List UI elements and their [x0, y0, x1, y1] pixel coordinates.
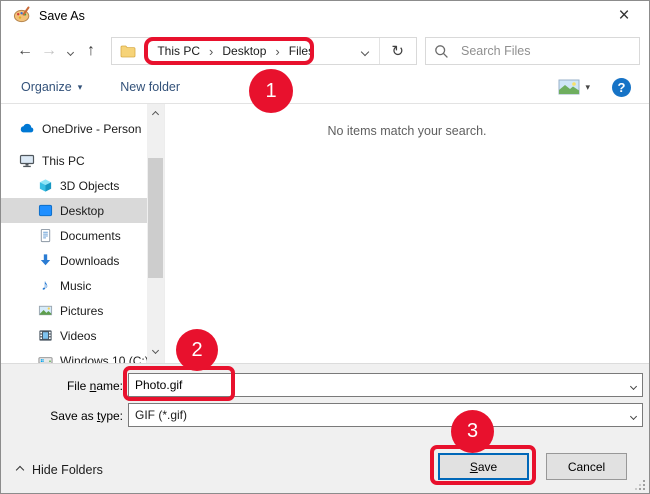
sidebar-item-pictures[interactable]: Pictures	[1, 298, 147, 323]
chevron-up-icon	[16, 466, 24, 474]
title-bar: Save As ×	[1, 1, 649, 31]
address-dropdown-icon[interactable]	[362, 44, 368, 58]
file-name-label: File name:	[1, 379, 123, 393]
views-button[interactable]: ▾	[558, 79, 590, 95]
divider	[379, 38, 380, 64]
sidebar-item-label: Documents	[60, 229, 121, 243]
sidebar-item-label: Videos	[60, 329, 96, 343]
help-icon[interactable]: ?	[612, 78, 631, 97]
file-list-area[interactable]: No items match your search.	[164, 104, 649, 363]
organize-button[interactable]: Organize ▾	[21, 80, 82, 94]
sidebar-item-label: Pictures	[60, 304, 103, 318]
navigation-pane: OneDrive - Person This PC	[1, 104, 147, 363]
navigation-bar: ← → ↑ › This PC › Desktop › Files ↻	[1, 31, 649, 71]
annotation-step-3: 3	[451, 410, 494, 453]
computer-icon	[19, 153, 35, 169]
sidebar-item-documents[interactable]: Documents	[1, 223, 147, 248]
scroll-down-icon[interactable]	[147, 342, 164, 359]
desktop-icon	[37, 203, 53, 219]
sidebar-item-videos[interactable]: Videos	[1, 323, 147, 348]
scroll-up-icon[interactable]	[147, 106, 164, 123]
resize-grip[interactable]	[635, 480, 646, 491]
video-icon	[37, 328, 53, 344]
annotation-step-2: 2	[176, 329, 218, 371]
breadcrumb-this-pc[interactable]: This PC	[157, 44, 200, 58]
sidebar-item-downloads[interactable]: Downloads	[1, 248, 147, 273]
sidebar-item-label: Downloads	[60, 254, 119, 268]
crumb-separator-icon: ›	[209, 44, 213, 59]
thumbnail-view-icon	[558, 79, 580, 95]
save-button[interactable]: Save	[438, 453, 529, 480]
document-icon	[37, 228, 53, 244]
up-icon[interactable]: ↑	[79, 42, 103, 60]
music-note-icon: ♪	[37, 278, 53, 294]
cube-icon	[37, 178, 53, 194]
cancel-button[interactable]: Cancel	[546, 453, 627, 480]
file-name-combobox[interactable]	[128, 373, 643, 397]
folder-icon	[120, 45, 136, 58]
save-as-type-label: Save as type:	[1, 409, 123, 423]
command-toolbar: Organize ▾ New folder ▾ ?	[1, 71, 649, 104]
onedrive-cloud-icon	[19, 121, 35, 137]
picture-icon	[37, 303, 53, 319]
address-bar[interactable]: › This PC › Desktop › Files ↻	[111, 37, 417, 65]
hide-folders-label: Hide Folders	[32, 463, 103, 477]
crumb-separator-icon: ›	[275, 44, 279, 59]
chevron-down-icon: ▾	[78, 82, 83, 93]
window-title: Save As	[39, 9, 85, 23]
sidebar-item-music[interactable]: ♪ Music	[1, 273, 147, 298]
sidebar-item-onedrive[interactable]: OneDrive - Person	[1, 116, 147, 141]
back-icon[interactable]: ←	[13, 42, 37, 60]
empty-message: No items match your search.	[165, 124, 649, 138]
crumb-separator-icon: ›	[144, 44, 148, 59]
paint-app-icon	[13, 6, 31, 27]
recent-locations-icon[interactable]	[61, 44, 79, 58]
sidebar-item-desktop[interactable]: Desktop	[1, 198, 147, 223]
breadcrumb: › This PC › Desktop › Files	[144, 44, 314, 59]
file-name-input[interactable]	[135, 378, 631, 392]
sidebar-item-label: Music	[60, 279, 91, 293]
dialog-body: OneDrive - Person This PC	[1, 104, 649, 363]
sidebar-item-label: Windows 10 (C:)	[60, 354, 147, 364]
sidebar-item-label: OneDrive - Person	[42, 122, 141, 136]
save-as-dialog: Save As × ← → ↑ › This PC › Desktop › Fi…	[0, 0, 650, 494]
sidebar-item-windows-drive[interactable]: Windows 10 (C:)	[1, 348, 147, 363]
save-as-type-value: GIF (*.gif)	[135, 408, 187, 422]
breadcrumb-desktop[interactable]: Desktop	[222, 44, 266, 58]
organize-label: Organize	[21, 80, 72, 94]
sidebar-item-label: Desktop	[60, 204, 104, 218]
forward-icon[interactable]: →	[37, 42, 61, 60]
download-arrow-icon	[37, 253, 53, 269]
hard-drive-icon	[37, 353, 53, 364]
scrollbar-thumb[interactable]	[148, 158, 163, 278]
refresh-icon[interactable]: ↻	[389, 42, 412, 60]
dialog-footer: File name: Save as type: GIF (*.gif) Hid…	[1, 363, 649, 493]
new-folder-button[interactable]: New folder	[120, 80, 180, 94]
annotation-step-1: 1	[249, 69, 293, 113]
search-icon	[434, 44, 449, 59]
sidebar-scrollbar[interactable]	[147, 104, 164, 363]
search-input[interactable]	[459, 43, 631, 59]
sidebar-item-label: 3D Objects	[60, 179, 119, 193]
hide-folders-button[interactable]: Hide Folders	[17, 463, 103, 477]
sidebar-item-this-pc[interactable]: This PC	[1, 148, 147, 173]
chevron-down-icon[interactable]	[631, 408, 636, 422]
chevron-down-icon: ▾	[585, 82, 590, 93]
save-as-type-dropdown[interactable]: GIF (*.gif)	[128, 403, 643, 427]
new-folder-label: New folder	[120, 80, 180, 94]
breadcrumb-files[interactable]: Files	[289, 44, 314, 58]
sidebar-item-3d-objects[interactable]: 3D Objects	[1, 173, 147, 198]
close-icon[interactable]: ×	[611, 4, 637, 28]
search-box[interactable]	[425, 37, 640, 65]
chevron-down-icon[interactable]	[631, 378, 636, 392]
sidebar-item-label: This PC	[42, 154, 85, 168]
